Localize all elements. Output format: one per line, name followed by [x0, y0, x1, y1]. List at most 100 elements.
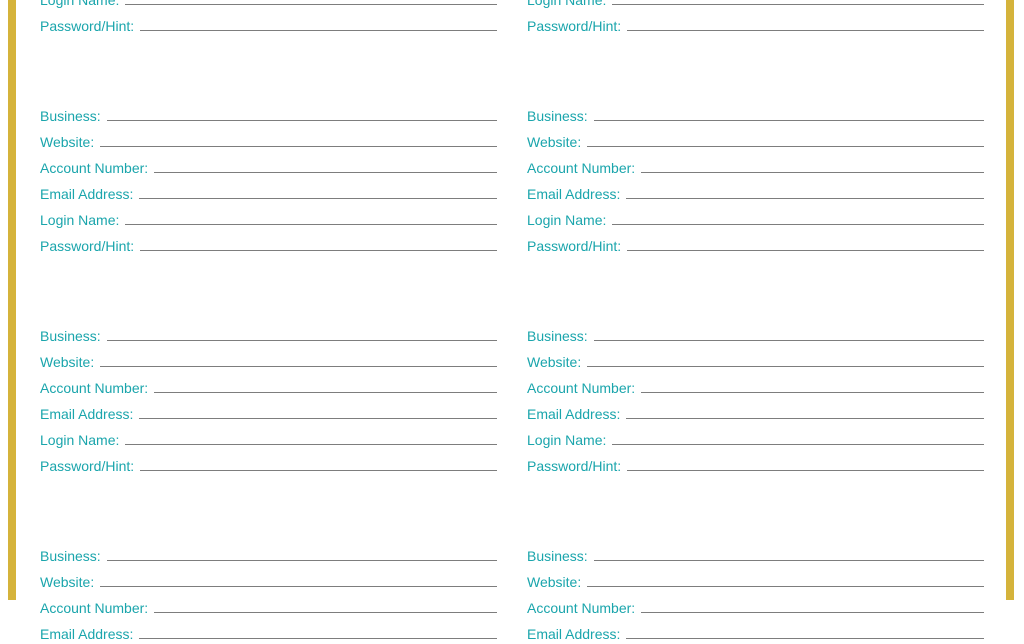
fill-line[interactable] [107, 326, 497, 341]
label-business: Business: [40, 548, 101, 564]
label-account-number: Account Number: [527, 380, 635, 396]
field-login-name: Login Name: [527, 0, 984, 10]
fill-line[interactable] [107, 546, 497, 561]
entry-row: Business: Website: Account Number: Email… [40, 106, 984, 256]
label-login-name: Login Name: [40, 432, 119, 448]
label-website: Website: [40, 354, 94, 370]
field-website: Website: [527, 132, 984, 152]
fill-line[interactable] [626, 624, 984, 639]
label-account-number: Account Number: [527, 160, 635, 176]
field-login-name: Login Name: [40, 210, 497, 230]
fill-line[interactable] [139, 184, 497, 199]
form-page: Login Name: Password/Hint: Login Name: P… [40, 0, 984, 644]
fill-line[interactable] [641, 158, 984, 173]
field-website: Website: [527, 352, 984, 372]
field-business: Business: [40, 326, 497, 346]
fill-line[interactable] [627, 16, 984, 31]
entry-block-right: Business: Website: Account Number: Email… [527, 326, 984, 476]
fill-line[interactable] [587, 132, 984, 147]
fill-line[interactable] [626, 404, 984, 419]
entry-row: Login Name: Password/Hint: Login Name: P… [40, 0, 984, 36]
field-website: Website: [40, 572, 497, 592]
label-password-hint: Password/Hint: [527, 238, 621, 254]
fill-line[interactable] [612, 0, 984, 5]
field-email-address: Email Address: [40, 624, 497, 644]
fill-line[interactable] [641, 598, 984, 613]
fill-line[interactable] [627, 236, 984, 251]
label-business: Business: [40, 328, 101, 344]
fill-line[interactable] [612, 430, 984, 445]
entry-block-left: Business: Website: Account Number: Email… [40, 106, 497, 256]
label-website: Website: [527, 574, 581, 590]
entry-row: Business: Website: Account Number: Email… [40, 546, 984, 644]
label-business: Business: [527, 328, 588, 344]
label-website: Website: [40, 134, 94, 150]
fill-line[interactable] [627, 456, 984, 471]
label-website: Website: [527, 354, 581, 370]
field-password-hint: Password/Hint: [40, 456, 497, 476]
label-account-number: Account Number: [40, 600, 148, 616]
fill-line[interactable] [140, 236, 497, 251]
fill-line[interactable] [100, 132, 497, 147]
label-email-address: Email Address: [527, 406, 620, 422]
field-account-number: Account Number: [527, 378, 984, 398]
fill-line[interactable] [125, 210, 497, 225]
field-login-name: Login Name: [40, 430, 497, 450]
label-login-name: Login Name: [527, 0, 606, 8]
entry-block-right: Business: Website: Account Number: Email… [527, 546, 984, 644]
fill-line[interactable] [139, 404, 497, 419]
label-password-hint: Password/Hint: [527, 458, 621, 474]
entry-block-right: Business: Website: Account Number: Email… [527, 106, 984, 256]
field-account-number: Account Number: [40, 598, 497, 618]
entry-row: Business: Website: Account Number: Email… [40, 326, 984, 476]
fill-line[interactable] [154, 378, 497, 393]
fill-line[interactable] [594, 546, 984, 561]
field-email-address: Email Address: [40, 404, 497, 424]
fill-line[interactable] [139, 624, 497, 639]
fill-line[interactable] [140, 16, 497, 31]
entry-block-left: Business: Website: Account Number: Email… [40, 326, 497, 476]
entry-block-left: Business: Website: Account Number: Email… [40, 546, 497, 644]
label-login-name: Login Name: [40, 0, 119, 8]
field-password-hint: Password/Hint: [527, 236, 984, 256]
field-website: Website: [40, 132, 497, 152]
fill-line[interactable] [641, 378, 984, 393]
label-email-address: Email Address: [40, 406, 133, 422]
label-password-hint: Password/Hint: [527, 18, 621, 34]
fill-line[interactable] [154, 158, 497, 173]
fill-line[interactable] [125, 430, 497, 445]
fill-line[interactable] [100, 572, 497, 587]
fill-line[interactable] [140, 456, 497, 471]
fill-line[interactable] [587, 352, 984, 367]
field-business: Business: [527, 326, 984, 346]
fill-line[interactable] [107, 106, 497, 121]
label-email-address: Email Address: [527, 626, 620, 642]
field-password-hint: Password/Hint: [527, 456, 984, 476]
label-account-number: Account Number: [527, 600, 635, 616]
label-password-hint: Password/Hint: [40, 238, 134, 254]
field-email-address: Email Address: [527, 184, 984, 204]
fill-line[interactable] [594, 326, 984, 341]
label-email-address: Email Address: [40, 626, 133, 642]
fill-line[interactable] [626, 184, 984, 199]
field-password-hint: Password/Hint: [40, 16, 497, 36]
label-email-address: Email Address: [40, 186, 133, 202]
entry-block-left: Login Name: Password/Hint: [40, 0, 497, 36]
label-business: Business: [527, 548, 588, 564]
label-login-name: Login Name: [527, 212, 606, 228]
fill-line[interactable] [594, 106, 984, 121]
field-business: Business: [527, 106, 984, 126]
label-account-number: Account Number: [40, 160, 148, 176]
field-login-name: Login Name: [527, 430, 984, 450]
label-password-hint: Password/Hint: [40, 458, 134, 474]
field-email-address: Email Address: [527, 404, 984, 424]
field-login-name: Login Name: [40, 0, 497, 10]
fill-line[interactable] [612, 210, 984, 225]
fill-line[interactable] [587, 572, 984, 587]
fill-line[interactable] [100, 352, 497, 367]
label-business: Business: [40, 108, 101, 124]
fill-line[interactable] [125, 0, 497, 5]
field-business: Business: [40, 546, 497, 566]
fill-line[interactable] [154, 598, 497, 613]
field-password-hint: Password/Hint: [40, 236, 497, 256]
